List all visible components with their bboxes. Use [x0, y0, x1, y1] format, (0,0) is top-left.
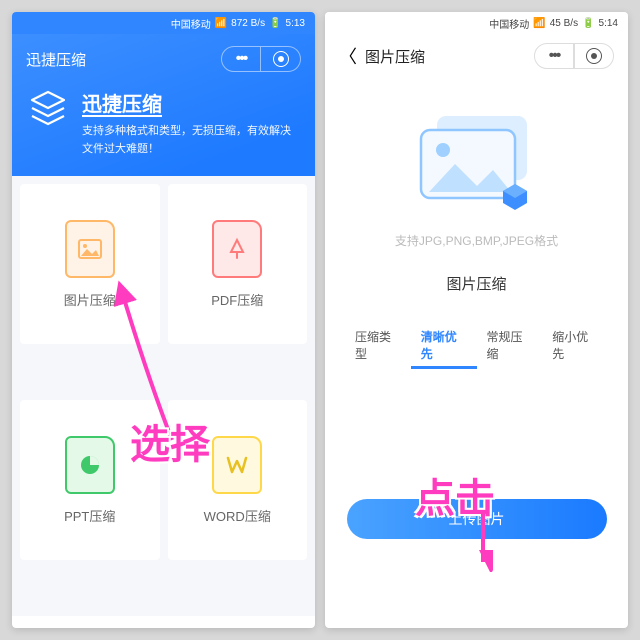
compression-type-segment: 压缩类型 清晰优先 常规压缩 缩小优先: [345, 324, 608, 369]
status-time: 5:13: [286, 18, 305, 29]
segment-option-clarity[interactable]: 清晰优先: [411, 324, 477, 369]
image-placeholder-icon: [407, 108, 547, 218]
segment-label: 压缩类型: [345, 324, 411, 369]
signal-icon: 📶: [533, 18, 545, 29]
phone-screenshot-1: 中国移动 📶 872 B/s 🔋 5:13 迅捷压缩 •••: [12, 12, 315, 628]
status-bar: 中国移动 📶 45 B/s 🔋 5:14: [325, 12, 628, 34]
hero-subtitle: 支持多种格式和类型，无损压缩，有效解决文件过大难题！: [82, 123, 301, 158]
app-header: 迅捷压缩 ••• 迅捷压缩 支持多种格式和类型，无损压缩，有效解决文件过大难题！: [12, 34, 315, 176]
target-icon: [273, 51, 289, 67]
page-body: 支持JPG,PNG,BMP,JPEG格式 图片压缩 压缩类型 清晰优先 常规压缩…: [325, 78, 628, 539]
page-header: 〈 图片压缩 •••: [325, 34, 628, 78]
battery-icon: 🔋: [269, 18, 281, 29]
miniprogram-capsule: •••: [221, 46, 301, 72]
card-label: 图片压缩: [64, 290, 116, 309]
battery-icon: 🔋: [582, 18, 594, 29]
page-title: 图片压缩: [365, 46, 425, 67]
status-net: 872 B/s: [231, 18, 265, 29]
pdf-file-icon: [212, 220, 262, 278]
miniprogram-capsule: •••: [534, 43, 614, 69]
segment-option-smaller[interactable]: 缩小优先: [542, 324, 608, 369]
more-button[interactable]: •••: [534, 43, 574, 69]
card-pdf-compress[interactable]: PDF压缩: [168, 184, 308, 344]
status-carrier: 中国移动: [489, 16, 529, 31]
upload-image-button[interactable]: 上传图片: [347, 499, 607, 539]
word-file-icon: [212, 436, 262, 494]
close-button[interactable]: [261, 46, 301, 72]
card-word-compress[interactable]: WORD压缩: [168, 400, 308, 560]
app-title: 迅捷压缩: [26, 49, 86, 70]
card-ppt-compress[interactable]: PPT压缩: [20, 400, 160, 560]
hero: 迅捷压缩 支持多种格式和类型，无损压缩，有效解决文件过大难题！: [26, 88, 301, 158]
status-time: 5:14: [599, 18, 618, 29]
ppt-file-icon: [65, 436, 115, 494]
status-carrier: 中国移动: [171, 16, 211, 31]
phone-screenshot-2: 中国移动 📶 45 B/s 🔋 5:14 〈 图片压缩 ••• 支持J: [325, 12, 628, 628]
supported-formats-text: 支持JPG,PNG,BMP,JPEG格式: [395, 232, 558, 249]
card-label: PPT压缩: [64, 506, 115, 525]
signal-icon: 📶: [215, 18, 227, 29]
back-button[interactable]: 〈: [339, 43, 357, 69]
segment-option-normal[interactable]: 常规压缩: [477, 324, 543, 369]
status-net: 45 B/s: [550, 18, 578, 29]
hero-title: 迅捷压缩: [82, 88, 301, 117]
status-bar: 中国移动 📶 872 B/s 🔋 5:13: [12, 12, 315, 34]
more-button[interactable]: •••: [221, 46, 261, 72]
card-label: WORD压缩: [204, 506, 271, 525]
section-title: 图片压缩: [446, 273, 506, 294]
card-label: PDF压缩: [211, 290, 263, 309]
target-icon: [586, 48, 602, 64]
feature-grid: 图片压缩 PDF压缩 PPT压缩 WORD压缩: [12, 176, 315, 616]
card-image-compress[interactable]: 图片压缩: [20, 184, 160, 344]
stack-icon: [26, 88, 70, 137]
image-file-icon: [65, 220, 115, 278]
close-button[interactable]: [574, 43, 614, 69]
